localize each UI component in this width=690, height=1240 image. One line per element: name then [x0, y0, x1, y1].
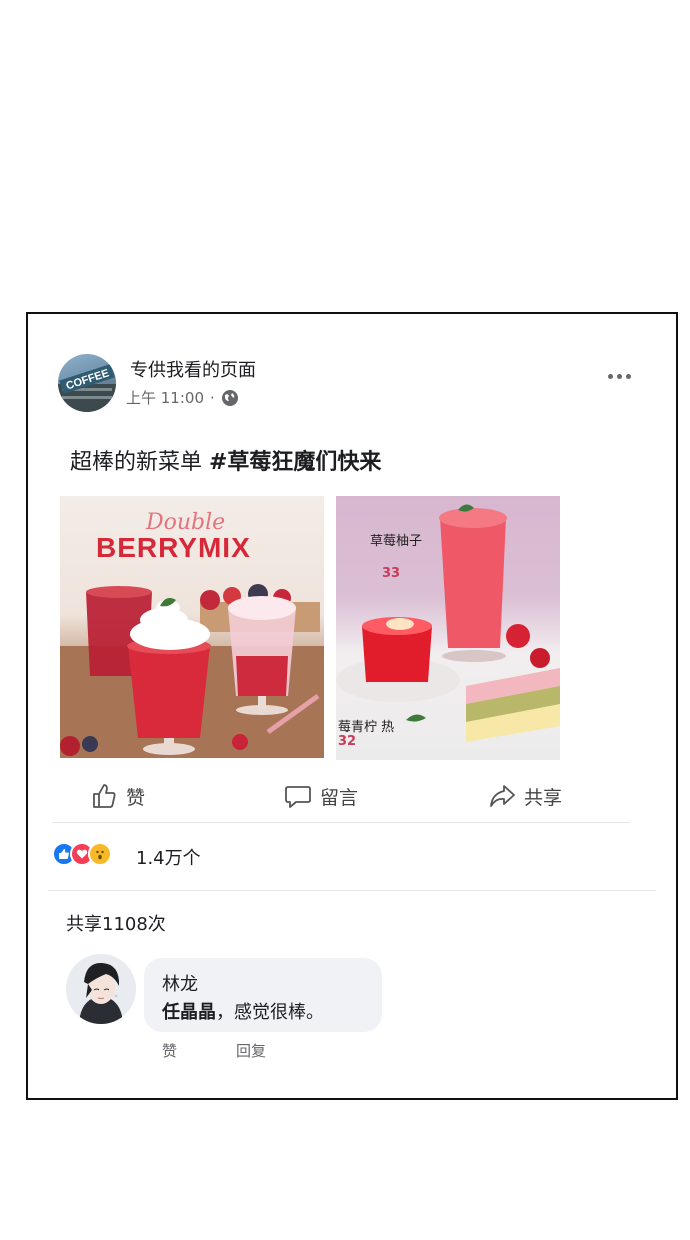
- comment-text: 任晶晶，感觉很棒。: [162, 998, 324, 1024]
- post-meta: 上午 11:00 ·: [126, 387, 239, 408]
- commenter-portrait: [66, 954, 136, 1024]
- menu-item-price-1: 33: [382, 566, 401, 581]
- post-photo-menu[interactable]: 草莓柚子 33 莓青柠 热 32: [336, 496, 560, 760]
- post-card: COFFEE 专供我看的页面 上午 11:00 · 超棒的新菜单 #草莓狂魔们快…: [26, 312, 678, 1100]
- globe-icon: [221, 389, 239, 407]
- caption-hashtag[interactable]: #草莓狂魔们快来: [209, 450, 381, 475]
- divider: [48, 890, 656, 891]
- post-caption: 超棒的新菜单 #草莓狂魔们快来: [70, 444, 381, 476]
- share-button[interactable]: 共享: [488, 776, 562, 816]
- caption-text: 超棒的新菜单: [70, 450, 209, 475]
- comment-author[interactable]: 林龙: [162, 970, 198, 996]
- more-options-icon[interactable]: [604, 368, 634, 384]
- thumbs-up-icon: [93, 784, 116, 808]
- menu-item-price-2: 32: [338, 734, 357, 749]
- share-label: 共享: [524, 786, 563, 809]
- commenter-avatar[interactable]: [66, 954, 136, 1024]
- meta-separator: ·: [210, 388, 215, 407]
- comment-bubble: 林龙 任晶晶，感觉很棒。: [144, 958, 382, 1032]
- comment-button[interactable]: 留言: [284, 776, 358, 816]
- menu-item-name-1: 草莓柚子: [370, 534, 423, 549]
- comment-reply-button[interactable]: 回复: [236, 1040, 266, 1061]
- speech-bubble-icon: [285, 786, 311, 808]
- like-button[interactable]: 赞: [90, 776, 145, 816]
- comment-mention[interactable]: 任晶晶: [162, 1002, 216, 1023]
- post-photo-berrymix[interactable]: Double BERRYMIX: [60, 496, 324, 758]
- share-count[interactable]: 共享1108次: [66, 910, 166, 936]
- wow-icon: [88, 842, 112, 866]
- page-name[interactable]: 专供我看的页面: [130, 356, 256, 382]
- photo-main-title: BERRYMIX: [96, 532, 251, 563]
- post-action-bar: 赞 留言 共享: [54, 776, 630, 820]
- share-arrow-icon: [490, 785, 515, 807]
- comment-body: ，感觉很棒。: [216, 1002, 324, 1023]
- comment-like-button[interactable]: 赞: [162, 1040, 177, 1061]
- reaction-icons[interactable]: [52, 842, 112, 866]
- divider: [52, 822, 630, 823]
- page-avatar[interactable]: COFFEE: [58, 354, 116, 412]
- menu-item-name-2: 莓青柠 热: [338, 720, 395, 735]
- reaction-count[interactable]: 1.4万个: [136, 844, 201, 870]
- post-time[interactable]: 上午 11:00: [126, 387, 204, 408]
- comment-label: 留言: [320, 786, 359, 809]
- like-label: 赞: [126, 786, 146, 809]
- coffee-sign-image: COFFEE: [58, 363, 116, 412]
